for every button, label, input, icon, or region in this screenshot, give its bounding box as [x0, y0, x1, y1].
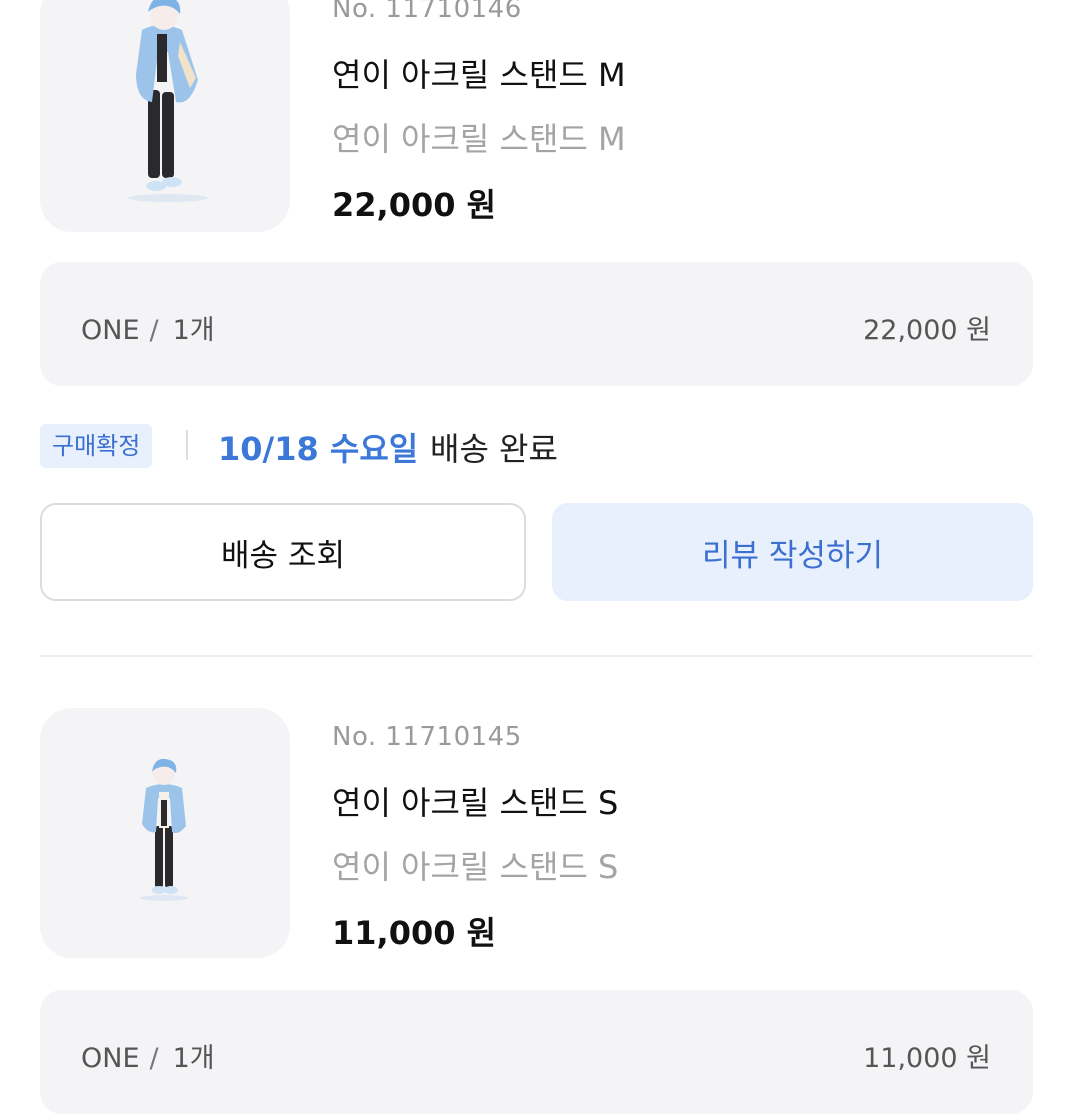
status-divider	[186, 430, 188, 460]
option-summary: ONE / 1개 11,000 원	[40, 990, 1033, 1114]
product-name[interactable]: 연이 아크릴 스탠드 S	[332, 778, 618, 824]
acrylic-stand-figure-image	[128, 0, 208, 202]
option-summary: ONE / 1개 22,000 원	[40, 262, 1033, 386]
product-number: No. 11710146	[332, 0, 522, 24]
option-detail: ONE / 1개	[81, 1036, 215, 1075]
option-quantity: 1개	[172, 315, 215, 346]
product-image-1[interactable]	[40, 0, 290, 232]
option-price: 11,000 원	[863, 1043, 991, 1074]
option-label: ONE	[81, 1043, 140, 1074]
option-label: ONE	[81, 315, 140, 346]
purchase-confirmed-badge: 구매확정	[40, 424, 153, 468]
product-number: No. 11710145	[332, 722, 522, 752]
option-quantity: 1개	[172, 1043, 215, 1074]
track-delivery-button[interactable]: 배송 조회	[40, 503, 526, 601]
option-detail: ONE / 1개	[81, 308, 215, 347]
product-option-name: 연이 아크릴 스탠드 S	[332, 848, 619, 886]
section-divider	[40, 655, 1033, 657]
product-image-2[interactable]	[40, 708, 290, 958]
delivery-status: 배송 완료	[430, 430, 558, 468]
write-review-button[interactable]: 리뷰 작성하기	[552, 503, 1033, 601]
product-name[interactable]: 연이 아크릴 스탠드 M	[332, 50, 626, 96]
acrylic-stand-figure-image	[140, 758, 188, 901]
product-price: 22,000 원	[332, 186, 497, 224]
option-separator: /	[149, 1043, 159, 1074]
product-price: 11,000 원	[332, 914, 497, 952]
delivery-date: 10/18 수요일	[218, 430, 419, 468]
product-option-name: 연이 아크릴 스탠드 M	[332, 120, 626, 158]
option-separator: /	[149, 315, 159, 346]
option-price: 22,000 원	[863, 315, 991, 346]
